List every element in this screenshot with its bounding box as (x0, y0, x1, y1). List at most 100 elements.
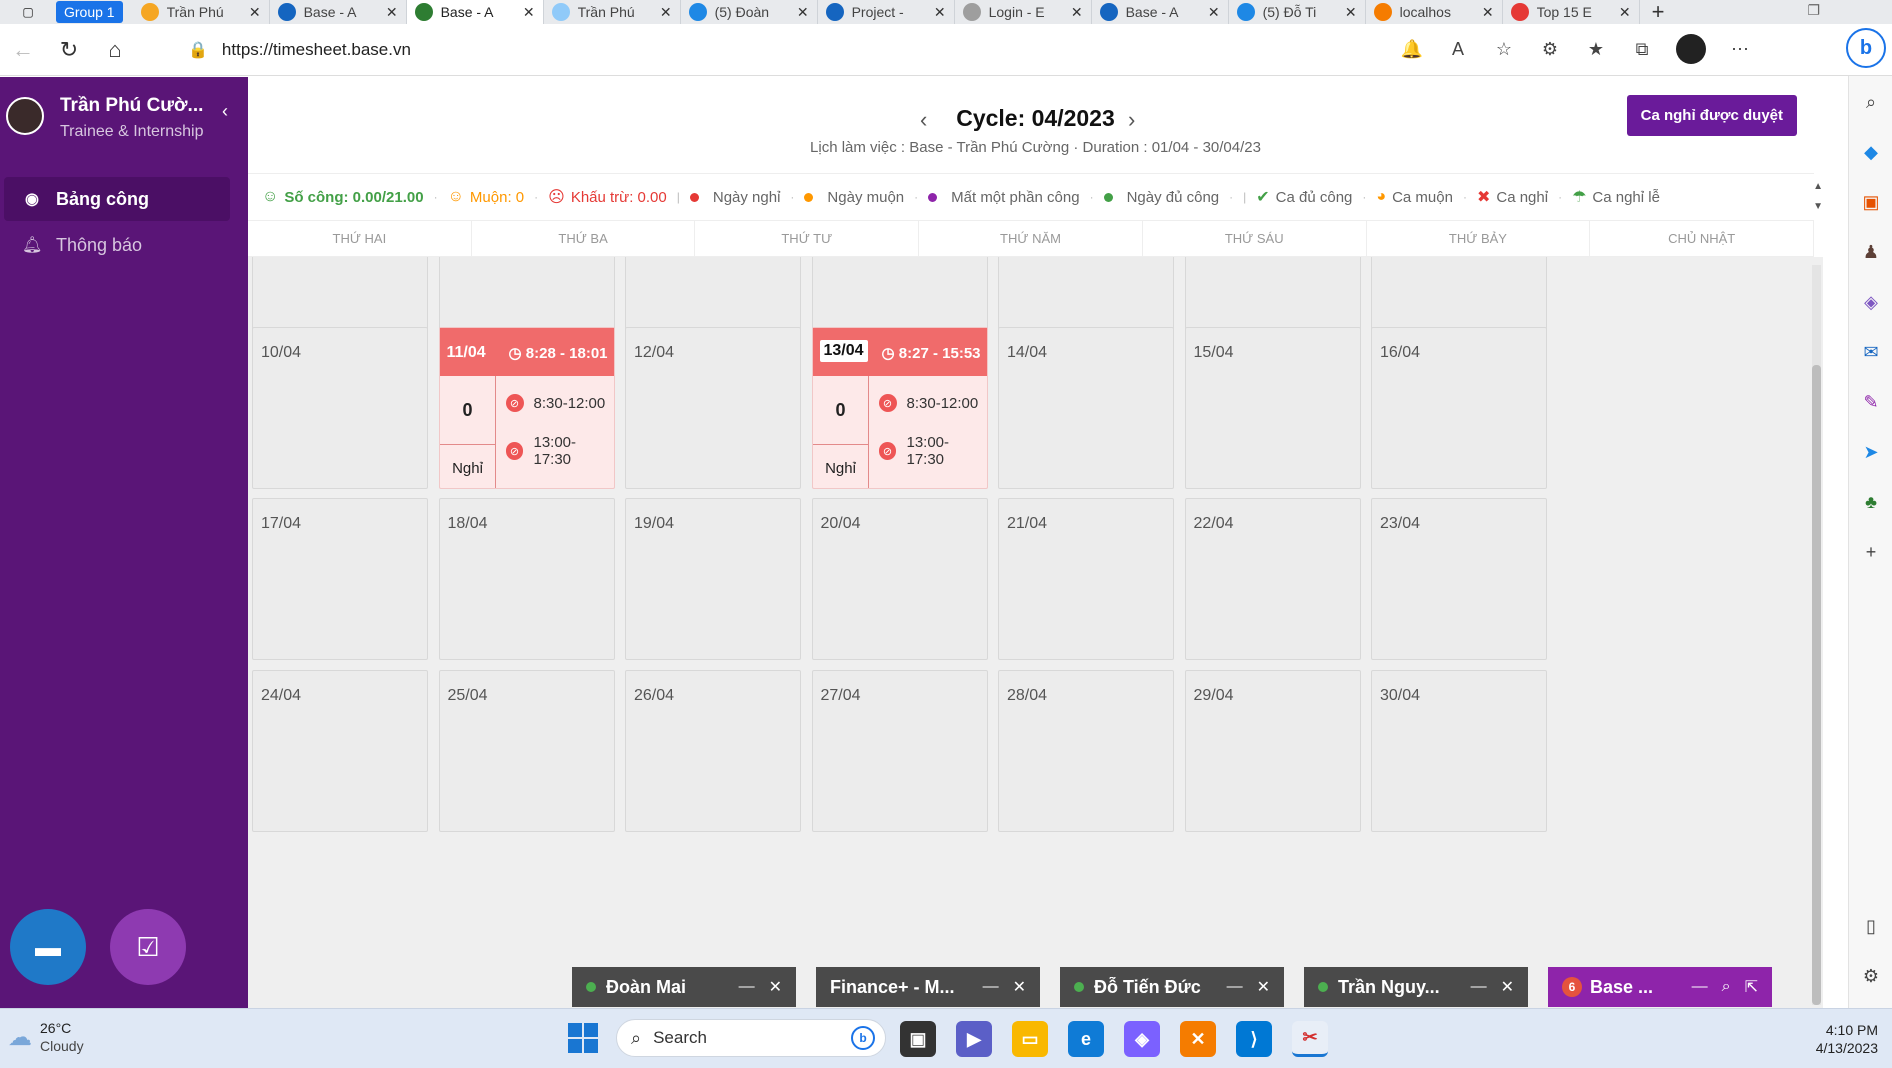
close-icon[interactable]: ✕ (1257, 977, 1270, 997)
tab-close-icon[interactable]: ✕ (797, 4, 809, 21)
sidebar-settings-icon[interactable]: ⚙ (1857, 962, 1885, 990)
chat-head[interactable]: Finance+ - M... — ✕ (816, 967, 1040, 1007)
chat-head[interactable]: Đoàn Mai — ✕ (572, 967, 796, 1007)
minimize-icon[interactable]: — (983, 978, 999, 996)
collapse-sidebar-icon[interactable]: ‹ (222, 101, 228, 122)
chat-head[interactable]: 6 Base ... — ⌕ ⇱ (1548, 967, 1772, 1007)
collections-icon[interactable]: ⧉ (1630, 39, 1654, 60)
tools-briefcase-icon[interactable]: ▣ (1857, 188, 1885, 216)
shift-row[interactable]: ⊘ 13:00-17:30 (505, 434, 614, 468)
calendar-day[interactable]: 15/04 (1184, 327, 1361, 489)
add-sidebar-app-icon[interactable]: + (1857, 538, 1885, 566)
calendar-day[interactable]: 25/04 (438, 670, 615, 832)
shift-row[interactable]: ⊘ 13:00-17:30 (878, 434, 987, 468)
taskbar-search[interactable]: ⌕ Search b (616, 1019, 886, 1057)
browser-tab[interactable]: Base - A ✕ (406, 0, 544, 24)
task-fab-button[interactable]: ☑ (110, 909, 186, 985)
minimize-icon[interactable]: — (1227, 978, 1243, 996)
calendar-day[interactable]: 21/04 (998, 498, 1174, 660)
search-icon[interactable]: ⌕ (1722, 978, 1731, 996)
games-icon[interactable]: ♟ (1857, 238, 1885, 266)
sidebar-item-thong-bao[interactable]: 🔔︎ Thông báo (4, 223, 230, 267)
edge-icon[interactable]: e (1068, 1021, 1104, 1057)
approved-leave-button[interactable]: Ca nghỉ được duyệt (1626, 95, 1797, 136)
tab-group-chip[interactable]: Group 1 (56, 1, 123, 23)
calendar-scrollbar[interactable] (1812, 265, 1821, 1005)
browser-tab[interactable]: Base - A ✕ (1092, 0, 1229, 24)
browser-tab[interactable]: (5) Đoàn ✕ (681, 0, 818, 24)
legend-scroll-arrows[interactable]: ▲ ▼ (1813, 177, 1823, 217)
calendar-day[interactable]: 10/04 (252, 327, 428, 489)
xampp-icon[interactable]: ✕ (1180, 1021, 1216, 1057)
minimize-icon[interactable]: — (739, 978, 755, 996)
calendar-day[interactable]: 20/04 (811, 498, 988, 660)
calendar-day[interactable]: 23/04 (1371, 498, 1547, 660)
teams-icon[interactable]: ▶ (956, 1021, 992, 1057)
user-profile[interactable]: Trần Phú Cườ... Trainee & Internship ‹ (0, 77, 248, 167)
url-text[interactable]: https://timesheet.base.vn (222, 40, 411, 60)
browser-tab[interactable]: Base - A ✕ (270, 0, 407, 24)
calendar-day[interactable]: 22/04 (1184, 498, 1361, 660)
split-view-icon[interactable]: ▯ (1857, 912, 1885, 940)
address-bar[interactable]: 🔒 https://timesheet.base.vn (166, 32, 1356, 68)
tree-icon[interactable]: ♣ (1857, 488, 1885, 516)
calendar-day[interactable]: 17/04 (252, 498, 428, 660)
close-icon[interactable]: ✕ (1501, 977, 1514, 997)
refresh-button[interactable]: ↻ (46, 30, 92, 70)
browser-tab[interactable]: localhos ✕ (1366, 0, 1503, 24)
window-menu-icon[interactable]: ▢ (0, 0, 56, 24)
outlook-icon[interactable]: ✉ (1857, 338, 1885, 366)
tab-close-icon[interactable]: ✕ (1619, 4, 1631, 21)
snipping-tool-icon[interactable]: ✂ (1292, 1021, 1328, 1057)
next-cycle-button[interactable]: › (1128, 107, 1135, 133)
tab-close-icon[interactable]: ✕ (1345, 4, 1357, 21)
back-button[interactable]: ← (0, 30, 46, 70)
calendar-day[interactable]: 19/04 (625, 498, 801, 660)
calendar-day[interactable]: 13/04 ◷ 8:27 - 15:53 0 Nghỉ ⊘ 8:30-12:00 ⊘ 13:0… (811, 327, 988, 489)
avatar[interactable] (6, 97, 44, 135)
add-favorite-icon[interactable]: ☆ (1492, 39, 1516, 60)
lock-icon[interactable]: 🔒 (188, 40, 208, 60)
tab-close-icon[interactable]: ✕ (1482, 4, 1494, 21)
notification-blocked-icon[interactable]: 🔔 (1400, 39, 1424, 60)
copilot-icon[interactable]: ◈ (1124, 1021, 1160, 1057)
profile-avatar[interactable] (1676, 34, 1706, 64)
tab-close-icon[interactable]: ✕ (386, 4, 398, 21)
calendar-day[interactable]: 28/04 (998, 670, 1174, 832)
start-button[interactable] (568, 1023, 598, 1053)
browser-tab[interactable]: Login - E ✕ (955, 0, 1092, 24)
shift-row[interactable]: ⊘ 8:30-12:00 (878, 394, 978, 412)
taskbar-clock[interactable]: 4:10 PM 4/13/2023 (1816, 1021, 1878, 1057)
task-view-icon[interactable]: ▣ (900, 1021, 936, 1057)
shift-row[interactable]: ⊘ 8:30-12:00 (505, 394, 605, 412)
minimize-icon[interactable]: — (1471, 978, 1487, 996)
send-icon[interactable]: ➤ (1857, 438, 1885, 466)
tab-close-icon[interactable]: ✕ (1208, 4, 1220, 21)
tab-close-icon[interactable]: ✕ (934, 4, 946, 21)
browser-tab[interactable]: (5) Đỗ Ti ✕ (1229, 0, 1366, 24)
tab-close-icon[interactable]: ✕ (1071, 4, 1083, 21)
new-tab-button[interactable]: + (1640, 0, 1677, 25)
browser-tab[interactable]: Project - ✕ (818, 0, 955, 24)
calendar-day[interactable]: 27/04 (811, 670, 988, 832)
calendar-day[interactable]: 29/04 (1184, 670, 1361, 832)
weather-widget[interactable]: ☁ 26°C Cloudy (8, 1019, 84, 1055)
calendar-day[interactable]: 14/04 (998, 327, 1174, 489)
search-icon[interactable]: ⌕ (1857, 88, 1885, 116)
minimize-icon[interactable]: — (1692, 978, 1708, 996)
browser-tab[interactable]: Trần Phú ✕ (544, 0, 681, 24)
vscode-icon[interactable]: ⟩ (1236, 1021, 1272, 1057)
calendar-day[interactable]: 12/04 (625, 327, 801, 489)
calendar-day[interactable]: 11/04 ◷ 8:28 - 18:01 0 Nghỉ ⊘ 8:30-12:00 ⊘ 13:0… (438, 327, 615, 489)
browser-tab[interactable]: Top 15 E ✕ (1503, 0, 1640, 24)
chat-head[interactable]: Trần Nguy... — ✕ (1304, 967, 1528, 1007)
close-icon[interactable]: ✕ (1013, 977, 1026, 997)
read-aloud-icon[interactable]: A (1446, 39, 1470, 60)
file-explorer-icon[interactable]: ▭ (1012, 1021, 1048, 1057)
calendar-day[interactable]: 24/04 (252, 670, 428, 832)
chat-fab-button[interactable]: ▬ (10, 909, 86, 985)
more-menu-icon[interactable]: ⋯ (1728, 39, 1752, 60)
close-icon[interactable]: ✕ (769, 977, 782, 997)
calendar-day[interactable]: 16/04 (1371, 327, 1547, 489)
shopping-tag-icon[interactable]: ◆ (1857, 138, 1885, 166)
